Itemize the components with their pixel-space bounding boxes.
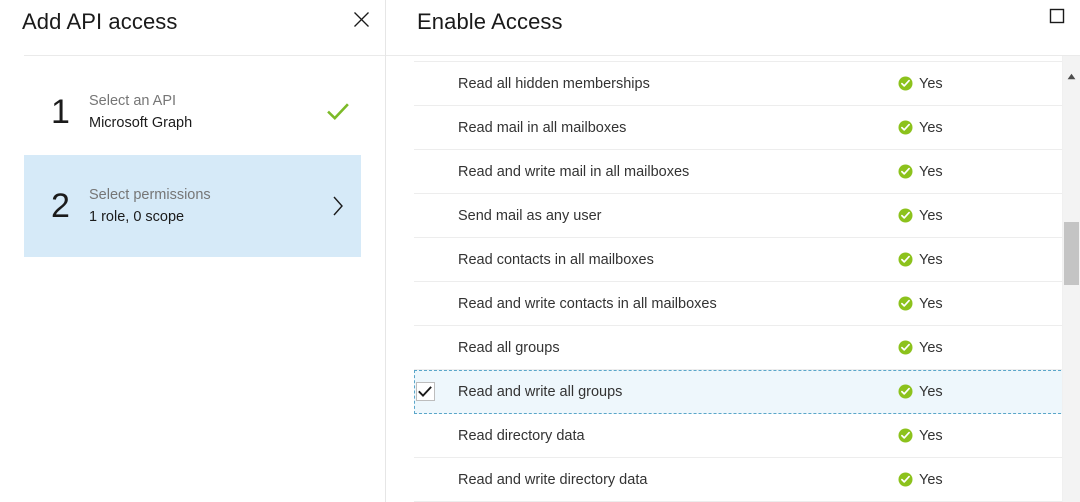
permission-checkbox[interactable]	[414, 293, 436, 315]
permission-status: Yes	[898, 426, 943, 446]
permission-checkbox[interactable]	[414, 117, 436, 139]
permission-status: Yes	[898, 382, 943, 402]
left-panel-header: Add API access	[0, 0, 385, 55]
permission-name: Read all hidden memberships	[458, 75, 650, 92]
permission-name: Read and write contacts in all mailboxes	[458, 295, 717, 312]
permission-name: Read and write all groups	[458, 383, 623, 400]
green-check-circle-icon	[898, 428, 913, 443]
permission-name: Read and write directory data	[458, 471, 648, 488]
green-check-circle-icon	[898, 296, 913, 311]
permission-checkbox[interactable]	[414, 73, 436, 95]
permission-status-text: Yes	[919, 295, 943, 312]
permission-status-text: Yes	[919, 163, 943, 180]
green-check-circle-icon	[898, 252, 913, 267]
right-panel-header: Enable Access	[386, 0, 1080, 55]
step-value: 1 role, 0 scope	[89, 209, 185, 225]
permission-checkbox[interactable]	[414, 337, 436, 359]
maximize-icon	[1049, 8, 1065, 29]
step-select-an-api[interactable]: 1 Select an API Microsoft Graph	[24, 76, 361, 148]
permission-row[interactable]: Read and write mail in all mailboxes Yes	[414, 150, 1066, 194]
permission-status-text: Yes	[919, 339, 943, 356]
permissions-list: Read all hidden memberships Yes Read mail …	[386, 56, 1080, 502]
checkbox-box	[415, 382, 435, 401]
vertical-scrollbar[interactable]	[1062, 56, 1080, 502]
permission-row[interactable]: Read directory data Yes	[414, 414, 1066, 458]
step-label: Select permissions	[89, 187, 211, 203]
permission-name: Read all groups	[458, 339, 560, 356]
permission-checkbox[interactable]	[414, 469, 436, 491]
green-check-circle-icon	[898, 120, 913, 135]
scroll-up-arrow-icon[interactable]	[1063, 68, 1080, 85]
scrollbar-thumb[interactable]	[1064, 222, 1079, 285]
permission-checkbox[interactable]	[414, 205, 436, 227]
permission-status: Yes	[898, 470, 943, 490]
permission-row[interactable]: Read and write all groups Yes	[414, 370, 1066, 414]
permission-row[interactable]: Read contacts in all mailboxes Yes	[414, 238, 1066, 282]
permission-status: Yes	[898, 118, 943, 138]
permission-status-text: Yes	[919, 383, 943, 400]
green-check-circle-icon	[898, 164, 913, 179]
permissions-list-viewport: Read all hidden memberships Yes Read mail …	[386, 56, 1080, 502]
step-text: Select permissions 1 role, 0 scope	[89, 184, 315, 228]
permission-status: Yes	[898, 162, 943, 182]
green-check-circle-icon	[898, 208, 913, 223]
step-label: Select an API	[89, 93, 177, 109]
step-value: Microsoft Graph	[89, 115, 193, 131]
permission-row[interactable]: Send mail as any user Yes	[414, 194, 1066, 238]
enable-access-panel: Enable Access Read all hidden membership…	[386, 0, 1080, 502]
steps-list: 1 Select an API Microsoft Graph 2 Select…	[0, 56, 385, 257]
permission-checkbox[interactable]	[414, 425, 436, 447]
close-icon	[353, 11, 370, 28]
green-check-circle-icon	[898, 340, 913, 355]
permission-name: Read mail in all mailboxes	[458, 119, 627, 136]
permission-status-text: Yes	[919, 75, 943, 92]
permission-status: Yes	[898, 74, 943, 94]
permission-status-text: Yes	[919, 119, 943, 136]
green-check-icon	[315, 103, 361, 121]
permission-row[interactable]: Read and write contacts in all mailboxes…	[414, 282, 1066, 326]
green-check-circle-icon	[898, 384, 913, 399]
permission-row[interactable]: Read all groups Yes	[414, 326, 1066, 370]
permission-status-text: Yes	[919, 251, 943, 268]
permission-name: Read directory data	[458, 427, 585, 444]
permission-status: Yes	[898, 294, 943, 314]
permission-row[interactable]: Read and write directory data Yes	[414, 458, 1066, 502]
step-text: Select an API Microsoft Graph	[89, 90, 315, 134]
add-api-access-dialog: Add API access 1 Select an API Microsoft…	[0, 0, 1080, 502]
green-check-circle-icon	[898, 76, 913, 91]
checkmark-icon	[418, 385, 432, 397]
green-check-circle-icon	[898, 472, 913, 487]
close-button[interactable]	[346, 4, 376, 34]
scrollbar-track[interactable]	[1063, 85, 1080, 502]
page-title: Add API access	[22, 9, 178, 34]
permission-name: Read and write mail in all mailboxes	[458, 163, 690, 180]
permission-row[interactable]: Read mail in all mailboxes Yes	[414, 106, 1066, 150]
permission-status-text: Yes	[919, 207, 943, 224]
permission-status-text: Yes	[919, 471, 943, 488]
permission-status: Yes	[898, 250, 943, 270]
chevron-right-icon[interactable]	[315, 195, 361, 217]
permission-name: Read contacts in all mailboxes	[458, 251, 654, 268]
maximize-button[interactable]	[1042, 3, 1072, 33]
left-panel: Add API access 1 Select an API Microsoft…	[0, 0, 386, 502]
permission-name: Send mail as any user	[458, 207, 602, 224]
permission-checkbox[interactable]	[414, 249, 436, 271]
permission-status: Yes	[898, 206, 943, 226]
permission-status-text: Yes	[919, 427, 943, 444]
permission-status: Yes	[898, 338, 943, 358]
panel-title: Enable Access	[417, 9, 563, 34]
permission-checkbox[interactable]	[414, 161, 436, 183]
permission-checkbox[interactable]	[414, 381, 436, 403]
step-number: 1	[51, 93, 70, 131]
step-select-permissions[interactable]: 2 Select permissions 1 role, 0 scope	[24, 155, 361, 257]
step-number: 2	[51, 187, 70, 225]
permission-row[interactable]: Read all hidden memberships Yes	[414, 62, 1066, 106]
